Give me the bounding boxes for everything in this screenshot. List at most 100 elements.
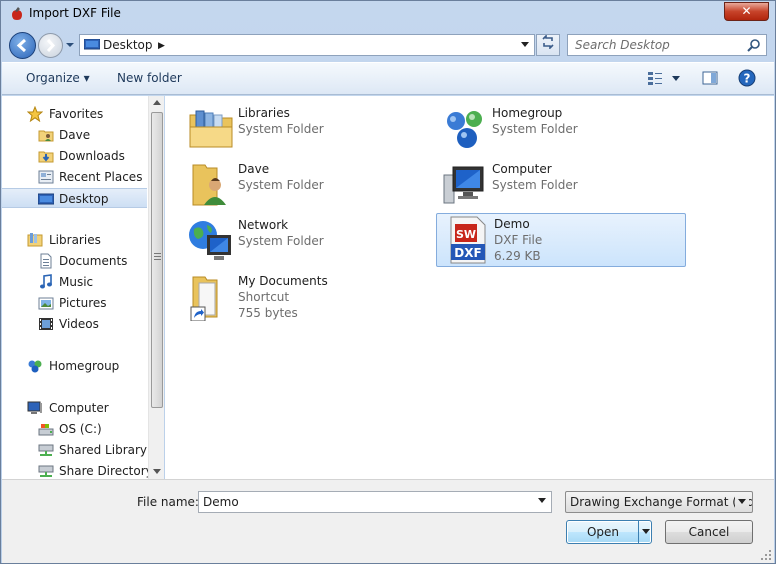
close-button[interactable]: ✕ (724, 2, 769, 21)
file-type: System Folder (492, 178, 578, 192)
file-name: Dave (238, 162, 270, 176)
file-item-homegroup[interactable]: Homegroup System Folder (435, 102, 685, 156)
navigation-pane-scrollbar[interactable] (148, 96, 164, 479)
resize-grip-icon[interactable] (760, 549, 772, 561)
file-item-demo[interactable]: SW DXF Demo DXF File 6.29 KB (436, 213, 686, 267)
sidebar-item-label: Videos (59, 317, 99, 331)
window-title: Import DXF File (29, 6, 121, 20)
file-type: Shortcut (238, 290, 290, 304)
recent-locations-dropdown-icon[interactable] (65, 40, 75, 50)
chevron-down-icon (738, 499, 746, 504)
preview-pane-icon[interactable] (702, 70, 718, 86)
scroll-down-icon[interactable] (153, 469, 161, 475)
view-options-dropdown-icon[interactable] (672, 76, 680, 82)
file-size: 755 bytes (238, 306, 298, 320)
sidebar-item-documents[interactable]: Documents (2, 251, 147, 271)
star-icon (27, 106, 43, 122)
file-type-dropdown[interactable] (735, 492, 749, 512)
sidebar-item-share-directory[interactable]: Share Directory (\ (2, 461, 163, 479)
drive-icon (38, 424, 54, 436)
sidebar-item-pictures[interactable]: Pictures (2, 293, 147, 313)
new-folder-button[interactable]: New folder (117, 71, 182, 85)
svg-text:DXF: DXF (454, 246, 481, 260)
file-type: DXF File (494, 233, 543, 247)
change-view-icon[interactable] (647, 70, 663, 86)
file-type: System Folder (492, 122, 578, 136)
sidebar-item-recent-places[interactable]: Recent Places (2, 167, 147, 187)
file-item-libraries[interactable]: Libraries System Folder (181, 102, 431, 156)
breadcrumb-arrow-icon[interactable]: ▶ (158, 41, 165, 51)
network-icon (189, 221, 231, 260)
user-folder-icon (192, 164, 226, 206)
search-icon[interactable] (747, 38, 761, 52)
downloads-icon (38, 151, 54, 163)
file-size: 6.29 KB (494, 249, 541, 263)
sidebar-item-videos[interactable]: Videos (2, 314, 147, 334)
file-item-dave[interactable]: Dave System Folder (181, 158, 431, 212)
file-item-network[interactable]: Network System Folder (181, 214, 431, 268)
sidebar-item-label: Libraries (49, 233, 101, 247)
file-name: Homegroup (492, 106, 563, 120)
cancel-button[interactable]: Cancel (665, 520, 753, 544)
sidebar-item-label: Recent Places (59, 170, 143, 184)
documents-icon (40, 253, 52, 269)
address-bar[interactable]: Desktop ▶ (79, 34, 535, 56)
recent-places-icon (38, 170, 54, 184)
user-folder-icon (38, 130, 54, 142)
file-name-value[interactable]: Demo (203, 495, 239, 509)
file-type-value: Drawing Exchange Format (*.dx (570, 495, 753, 509)
computer-icon (27, 401, 42, 414)
scrollbar-thumb[interactable] (151, 112, 163, 408)
search-input[interactable]: Search Desktop (575, 38, 670, 52)
sidebar-item-dave[interactable]: Dave (2, 125, 147, 145)
file-name: My Documents (238, 274, 328, 288)
sidebar-item-desktop[interactable]: Desktop (2, 188, 147, 208)
file-name-label: File name: (137, 495, 199, 509)
sidebar-item-favorites[interactable]: Favorites (2, 104, 147, 124)
file-name-dropdown-icon[interactable] (538, 498, 546, 504)
help-icon[interactable]: ? (738, 69, 756, 87)
file-item-my-documents[interactable]: My Documents Shortcut 755 bytes (181, 270, 431, 324)
forward-arrow-icon (46, 38, 56, 53)
sidebar-item-downloads[interactable]: Downloads (2, 146, 147, 166)
command-toolbar: Organize ▾ New folder ? (2, 62, 774, 95)
back-button[interactable] (9, 32, 36, 59)
sidebar-item-os-drive[interactable]: OS (C:) (2, 419, 147, 439)
file-list: Libraries System Folder Homegroup System… (165, 96, 774, 479)
homegroup-icon (447, 111, 482, 148)
navigation-bar: Desktop ▶ Search Desktop (1, 28, 775, 62)
sidebar-item-label: Downloads (59, 149, 125, 163)
file-type-select[interactable]: Drawing Exchange Format (*.dx (565, 491, 753, 513)
network-drive-icon (38, 444, 54, 456)
desktop-icon (38, 193, 54, 205)
sidebar-item-label: Music (59, 275, 94, 289)
scroll-up-icon[interactable] (153, 100, 161, 106)
shortcut-folder-icon (190, 276, 218, 321)
file-type: System Folder (238, 122, 324, 136)
sidebar-item-shared-library[interactable]: Shared Library (\\ (2, 440, 163, 460)
file-item-computer[interactable]: Computer System Folder (435, 158, 685, 212)
refresh-button[interactable] (536, 34, 560, 56)
file-name-field[interactable]: Demo (198, 491, 552, 513)
sidebar-item-computer[interactable]: Computer (2, 398, 147, 418)
open-button-label: Open (586, 525, 620, 539)
sidebar-item-label: Documents (59, 254, 128, 268)
sidebar-item-music[interactable]: Music (2, 272, 147, 292)
sidebar-item-libraries[interactable]: Libraries (2, 230, 147, 250)
refresh-icon (542, 34, 554, 50)
libraries-icon (27, 233, 43, 247)
file-name: Libraries (238, 106, 290, 120)
sidebar-item-label: Favorites (49, 107, 104, 121)
address-dropdown-icon[interactable] (521, 42, 529, 48)
sidebar-item-label: Pictures (59, 296, 107, 310)
file-name: Demo (494, 217, 530, 231)
forward-button[interactable] (38, 33, 63, 58)
sidebar-item-homegroup[interactable]: Homegroup (2, 356, 147, 376)
computer-icon (443, 166, 484, 204)
open-options-dropdown[interactable] (638, 520, 652, 544)
search-box[interactable]: Search Desktop (567, 34, 767, 56)
svg-text:SW: SW (456, 228, 476, 241)
file-name: Network (238, 218, 289, 232)
title-bar[interactable]: Import DXF File ✕ (1, 1, 775, 27)
organize-button[interactable]: Organize ▾ (26, 71, 90, 85)
